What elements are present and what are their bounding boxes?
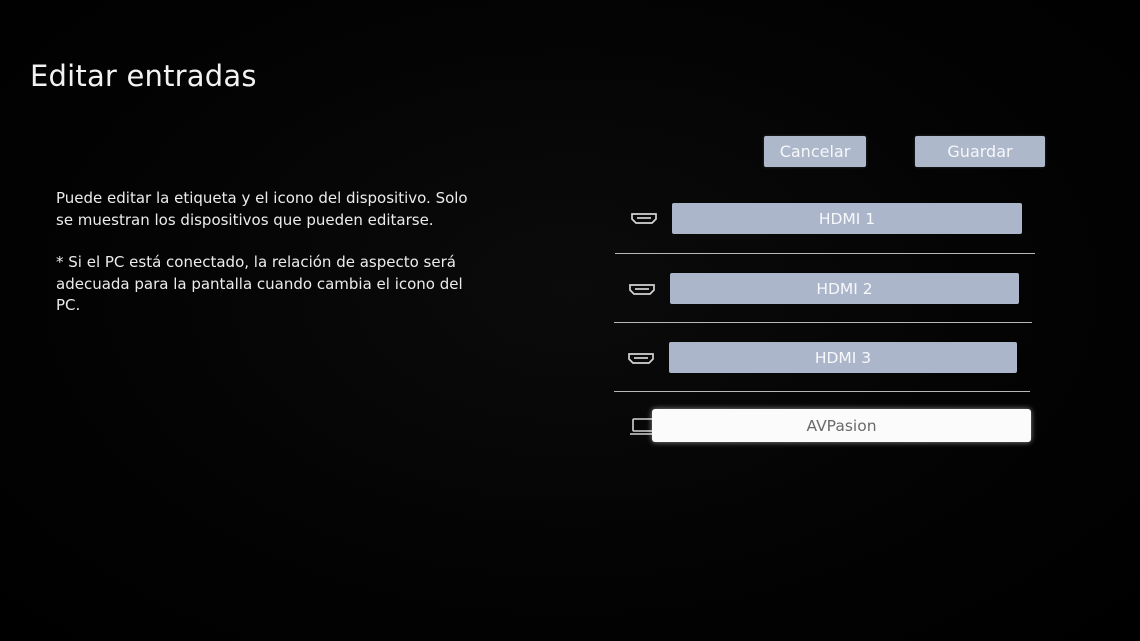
help-text-main: Puede editar la etiqueta y el icono del … bbox=[56, 189, 468, 229]
input-hdmi-1-button[interactable]: HDMI 1 bbox=[672, 203, 1022, 234]
row-divider bbox=[614, 322, 1032, 323]
cancel-button[interactable]: Cancelar bbox=[764, 136, 866, 167]
row-divider bbox=[614, 391, 1030, 392]
hdmi-port-icon bbox=[629, 209, 659, 229]
tv-settings-screen: Editar entradas Puede editar la etiqueta… bbox=[0, 0, 1140, 641]
help-text: Puede editar la etiqueta y el icono del … bbox=[56, 188, 476, 317]
save-button[interactable]: Guardar bbox=[915, 136, 1045, 167]
input-avpasion-button[interactable]: AVPasion bbox=[652, 409, 1031, 442]
hdmi-port-icon bbox=[627, 280, 657, 300]
hdmi-port-icon bbox=[626, 349, 656, 369]
input-hdmi-2-button[interactable]: HDMI 2 bbox=[670, 273, 1019, 304]
input-hdmi-3-button[interactable]: HDMI 3 bbox=[669, 342, 1017, 373]
page-title: Editar entradas bbox=[30, 59, 257, 94]
help-text-note: * Si el PC está conectado, la relación d… bbox=[56, 253, 463, 314]
row-divider bbox=[615, 253, 1035, 254]
